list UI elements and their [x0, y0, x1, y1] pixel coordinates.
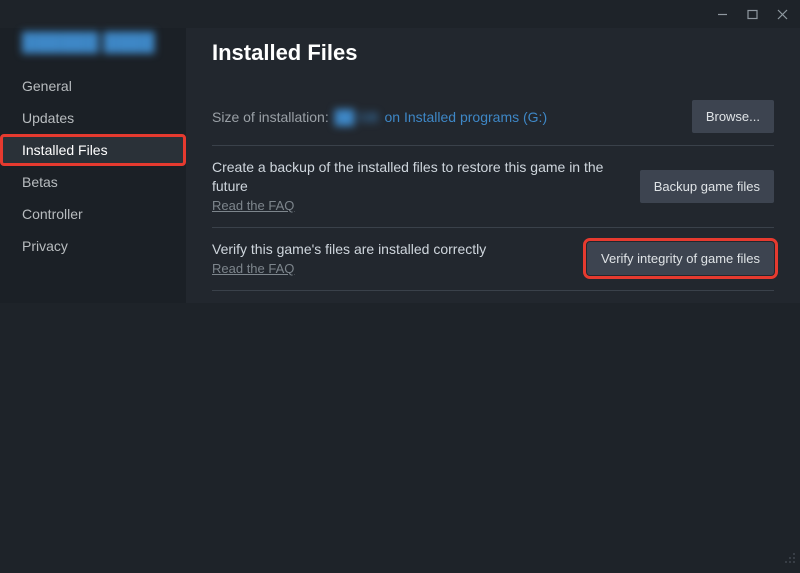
backup-game-files-button[interactable]: Backup game files — [640, 170, 774, 203]
backup-row: Create a backup of the installed files t… — [212, 146, 774, 228]
browse-button[interactable]: Browse... — [692, 100, 774, 133]
sidebar-item-label: Betas — [22, 174, 58, 190]
sidebar-item-general[interactable]: General — [0, 70, 186, 102]
install-drive-link[interactable]: on Installed programs (G:) — [384, 109, 547, 125]
backup-faq-link[interactable]: Read the FAQ — [212, 198, 294, 213]
install-size-label: Size of installation: — [212, 109, 333, 125]
window-maximize-button[interactable] — [742, 4, 762, 24]
install-size-row: Size of installation: ██ GB on Installed… — [212, 88, 774, 146]
verify-row: Verify this game's files are installed c… — [212, 228, 774, 291]
verify-integrity-button[interactable]: Verify integrity of game files — [587, 242, 774, 275]
page-title: Installed Files — [212, 40, 774, 66]
sidebar-item-label: General — [22, 78, 72, 94]
backup-description: Create a backup of the installed files t… — [212, 158, 626, 196]
sidebar-item-label: Controller — [22, 206, 83, 222]
sidebar-item-label: Privacy — [22, 238, 68, 254]
game-header: ██████ ████ — [0, 28, 186, 70]
verify-faq-link[interactable]: Read the FAQ — [212, 261, 294, 276]
game-title: ██████ ████ — [22, 32, 164, 54]
sidebar-item-label: Installed Files — [22, 142, 108, 158]
install-size-value: ██ GB — [333, 109, 381, 125]
sidebar-item-label: Updates — [22, 110, 74, 126]
resize-grip-icon[interactable] — [784, 551, 796, 569]
sidebar-item-updates[interactable]: Updates — [0, 102, 186, 134]
window-close-button[interactable] — [772, 4, 792, 24]
window-titlebar — [0, 0, 800, 28]
sidebar-list: General Updates Installed Files Betas Co… — [0, 70, 186, 262]
sidebar-item-privacy[interactable]: Privacy — [0, 230, 186, 262]
sidebar-item-installed-files[interactable]: Installed Files — [0, 134, 186, 166]
main-panel: Installed Files Size of installation: ██… — [186, 28, 800, 303]
sidebar-item-controller[interactable]: Controller — [0, 198, 186, 230]
install-size-text: Size of installation: ██ GB on Installed… — [212, 109, 692, 125]
window-minimize-button[interactable] — [712, 4, 732, 24]
sidebar-item-betas[interactable]: Betas — [0, 166, 186, 198]
sidebar: ██████ ████ General Updates Installed Fi… — [0, 28, 186, 303]
verify-description: Verify this game's files are installed c… — [212, 240, 573, 259]
